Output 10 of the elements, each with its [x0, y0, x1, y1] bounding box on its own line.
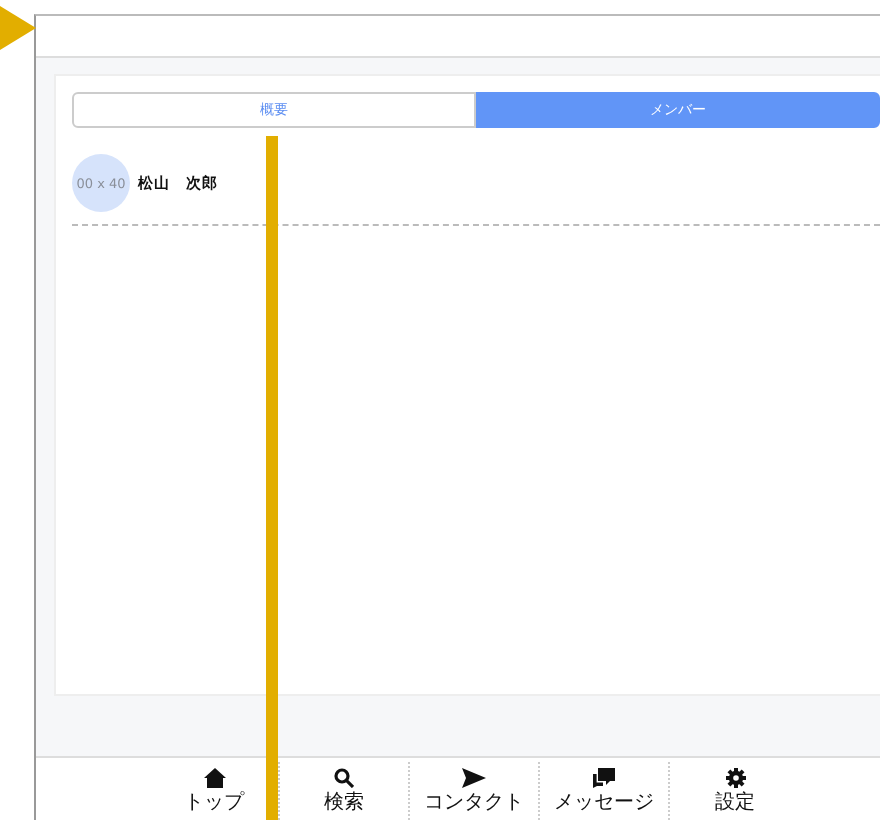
- search-icon: [334, 768, 354, 788]
- send-icon: [462, 768, 486, 788]
- nav-item[interactable]: 検索: [280, 762, 410, 820]
- home-icon: [203, 768, 225, 788]
- annotation-arrow: [0, 6, 36, 50]
- chat-bubbles-icon: [592, 768, 616, 788]
- nav-item[interactable]: メッセージ: [540, 762, 670, 820]
- nav-item[interactable]: 設定: [670, 762, 800, 820]
- nav-item[interactable]: コンタクト: [410, 762, 540, 820]
- gear-icon: [725, 768, 745, 788]
